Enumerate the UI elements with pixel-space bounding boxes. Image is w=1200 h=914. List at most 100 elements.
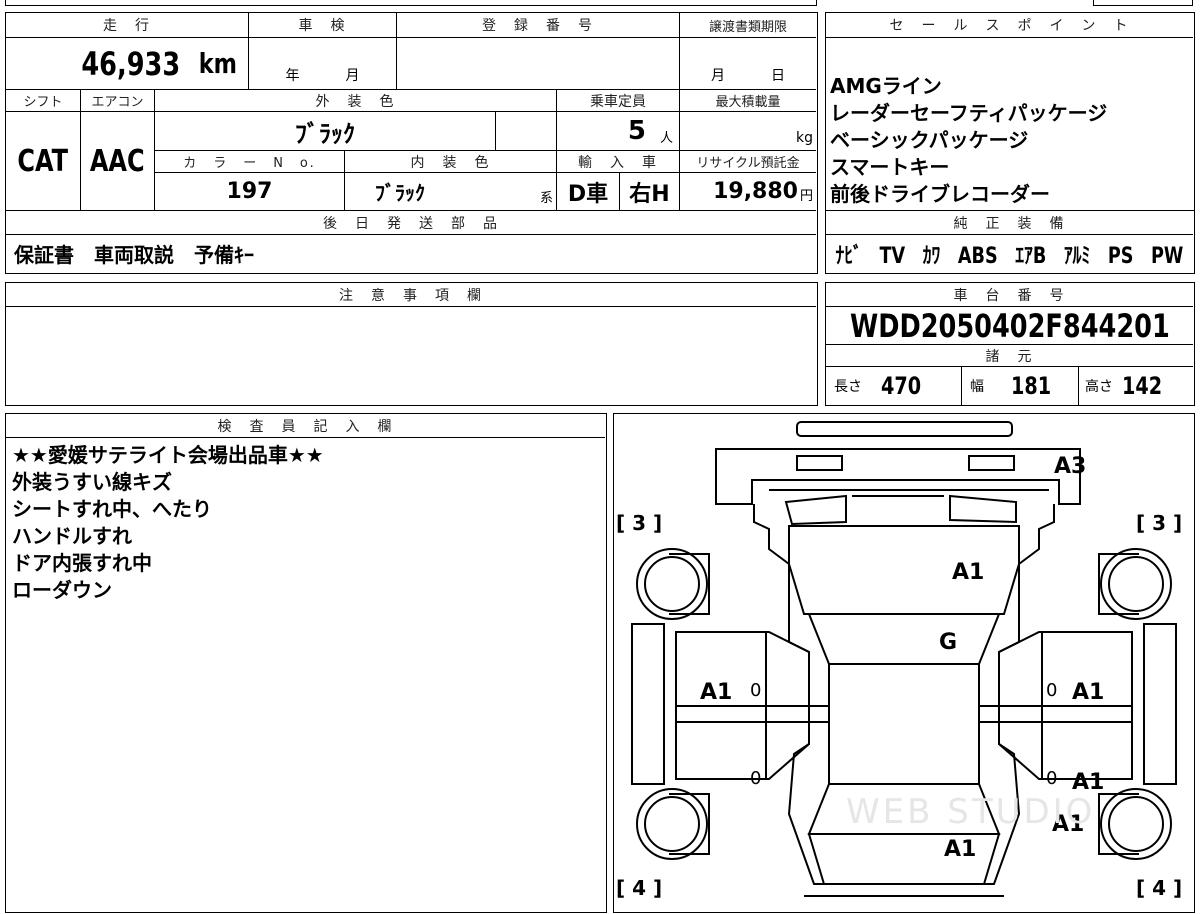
import-value: D車 bbox=[557, 173, 620, 211]
shift-header: シフト bbox=[6, 90, 81, 112]
tire-front-left-label: [ 3 ] bbox=[616, 511, 663, 535]
vehicle-info-table: 走 行 車 検 登 録 番 号 譲渡書類期限 46,933 km 年 月 月 日… bbox=[5, 12, 818, 274]
spec-height: 高さ 142 bbox=[1079, 367, 1193, 405]
spec-width-value: 181 bbox=[1011, 372, 1052, 400]
max-load-header: 最大積載量 bbox=[680, 90, 816, 112]
exterior-color-value: ﾌﾞﾗｯｸ bbox=[155, 112, 496, 151]
handle-text: 右H bbox=[629, 181, 670, 207]
handle-value: 右H bbox=[620, 173, 680, 211]
sales-point-item: AMGライン bbox=[830, 74, 942, 98]
sales-point-item: 前後ドライブレコーダー bbox=[830, 182, 1050, 206]
tire-front-right-label: [ 3 ] bbox=[1136, 511, 1183, 535]
later-parts-header: 後 日 発 送 部 品 bbox=[6, 211, 816, 235]
equipment-box: 純 正 装 備 ﾅﾋﾞ TV ｶﾜ ABS ｴｱB ｱﾙﾐ PS PW bbox=[825, 210, 1195, 274]
interior-color-suffix: 系 bbox=[539, 191, 553, 206]
capacity-number: 5 bbox=[627, 116, 646, 146]
interior-color-value: ﾌﾞﾗｯｸ 系 bbox=[345, 173, 557, 211]
spec-width: 幅 181 bbox=[962, 367, 1079, 405]
inspection-year-label: 年 bbox=[285, 68, 300, 84]
spec-height-label: 高さ bbox=[1085, 379, 1113, 395]
inspector-line: ドア内張すれ中 bbox=[12, 551, 152, 575]
inspector-line: ハンドルすれ bbox=[12, 524, 132, 548]
mileage-value: 46,933 km bbox=[6, 38, 249, 90]
damage-mark-left-front-door: A1 bbox=[700, 680, 733, 705]
later-parts-text: 保証書 車両取説 予備ｷｰ bbox=[14, 243, 254, 267]
import-text: D車 bbox=[567, 181, 609, 207]
color-number-value: 197 bbox=[155, 173, 345, 211]
inspection-value: 年 月 bbox=[249, 38, 397, 90]
exterior-color-header: 外 装 色 bbox=[155, 90, 557, 112]
registration-header: 登 録 番 号 bbox=[397, 13, 680, 38]
zero-mark: 0 bbox=[1046, 768, 1058, 789]
specs-header: 諸 元 bbox=[826, 345, 1193, 367]
zero-mark: 0 bbox=[1046, 680, 1058, 701]
interior-color-text: ﾌﾞﾗｯｸ bbox=[375, 181, 425, 205]
tire-rear-right-label: [ 4 ] bbox=[1136, 876, 1183, 900]
equipment-header: 純 正 装 備 bbox=[826, 211, 1193, 235]
inspector-header: 検 査 員 記 入 欄 bbox=[6, 414, 605, 438]
exterior-color-extra bbox=[496, 112, 557, 151]
inspection-month-label: 月 bbox=[345, 68, 360, 84]
inspection-header: 車 検 bbox=[249, 13, 397, 38]
tire-rear-left-label: [ 4 ] bbox=[616, 876, 663, 900]
zero-mark: 0 bbox=[750, 680, 762, 701]
notes-header: 注 意 事 項 欄 bbox=[6, 283, 816, 307]
notes-box: 注 意 事 項 欄 bbox=[5, 282, 818, 406]
car-diagram bbox=[631, 421, 1177, 897]
capacity-value: 5 人 bbox=[557, 112, 680, 151]
inspector-box: 検 査 員 記 入 欄 ★★愛媛サテライト会場出品車★★ 外装うすい線キズ シー… bbox=[5, 413, 607, 913]
transfer-day-label: 日 bbox=[771, 68, 785, 84]
zero-mark: 0 bbox=[750, 768, 762, 789]
spec-width-label: 幅 bbox=[970, 379, 984, 395]
import-header: 輸 入 車 bbox=[557, 151, 680, 173]
damage-mark-hood: A1 bbox=[952, 560, 985, 585]
spec-height-value: 142 bbox=[1122, 372, 1163, 400]
chassis-box: 車 台 番 号 WDD2050402F844201 諸 元 長さ 470 幅 1… bbox=[825, 282, 1195, 406]
registration-value bbox=[397, 38, 680, 90]
recycle-header: リサイクル預託金 bbox=[680, 151, 816, 173]
sales-points-header: セ ー ル ス ポ イ ン ト bbox=[826, 13, 1193, 38]
inspector-line: シートすれ中、へたり bbox=[12, 497, 212, 521]
ac-header: エアコン bbox=[81, 90, 155, 112]
color-number-header: カ ラ ー N o. bbox=[155, 151, 345, 173]
ac-value: AAC bbox=[81, 112, 155, 211]
chassis-number-text: WDD2050402F844201 bbox=[849, 307, 1170, 345]
damage-mark-windshield: G bbox=[939, 630, 958, 655]
recycle-unit: 円 bbox=[799, 189, 813, 204]
equipment-text: ﾅﾋﾞ TV ｶﾜ ABS ｴｱB ｱﾙﾐ PS PW bbox=[835, 243, 1184, 269]
recycle-number: 19,880 bbox=[713, 179, 798, 204]
damage-mark-right-front-door: A1 bbox=[1072, 680, 1105, 705]
top-strip-right bbox=[1093, 0, 1193, 6]
sales-points-box: セ ー ル ス ポ イ ン ト AMGライン レーダーセーフティパッケージ ベー… bbox=[825, 12, 1195, 212]
later-parts-value: 保証書 車両取説 予備ｷｰ bbox=[6, 235, 816, 272]
shift-value: CAT bbox=[6, 112, 81, 211]
shift-text: CAT bbox=[17, 143, 69, 179]
sales-point-item: ベーシックパッケージ bbox=[830, 128, 1029, 152]
transfer-deadline-value: 月 日 bbox=[680, 38, 816, 90]
exterior-color-text: ﾌﾞﾗｯｸ bbox=[295, 119, 355, 148]
sales-points-list: AMGライン レーダーセーフティパッケージ ベーシックパッケージ スマートキー … bbox=[830, 73, 1107, 208]
capacity-unit: 人 bbox=[659, 131, 673, 146]
damage-diagram-box: [ 3 ] [ 3 ] [ 4 ] [ 4 ] A3 A1 G A1 A1 A1… bbox=[613, 413, 1195, 913]
spec-length-value: 470 bbox=[881, 372, 922, 400]
transfer-deadline-header: 譲渡書類期限 bbox=[680, 13, 816, 38]
max-load-unit: kg bbox=[796, 130, 813, 146]
chassis-header: 車 台 番 号 bbox=[826, 283, 1193, 307]
sales-point-item: レーダーセーフティパッケージ bbox=[830, 101, 1108, 125]
inspector-notes: ★★愛媛サテライト会場出品車★★ 外装うすい線キズ シートすれ中、へたり ハンド… bbox=[12, 442, 324, 604]
ac-text: AAC bbox=[90, 143, 145, 179]
damage-mark-front-bumper: A3 bbox=[1054, 454, 1087, 479]
spec-length: 長さ 470 bbox=[826, 367, 962, 405]
sales-point-item: スマートキー bbox=[830, 155, 950, 179]
top-strip bbox=[5, 0, 817, 6]
mileage-unit: km bbox=[198, 47, 238, 80]
equipment-value: ﾅﾋﾞ TV ｶﾜ ABS ｴｱB ｱﾙﾐ PS PW bbox=[826, 235, 1193, 272]
spec-length-label: 長さ bbox=[834, 379, 862, 395]
transfer-month-label: 月 bbox=[711, 68, 725, 84]
damage-mark-trunk: A1 bbox=[944, 837, 977, 862]
inspector-line: ★★愛媛サテライト会場出品車★★ bbox=[12, 443, 324, 467]
interior-color-header: 内 装 色 bbox=[345, 151, 557, 173]
chassis-number: WDD2050402F844201 bbox=[826, 307, 1193, 345]
color-number-text: 197 bbox=[226, 179, 273, 204]
inspector-line: 外装うすい線キズ bbox=[12, 470, 172, 494]
